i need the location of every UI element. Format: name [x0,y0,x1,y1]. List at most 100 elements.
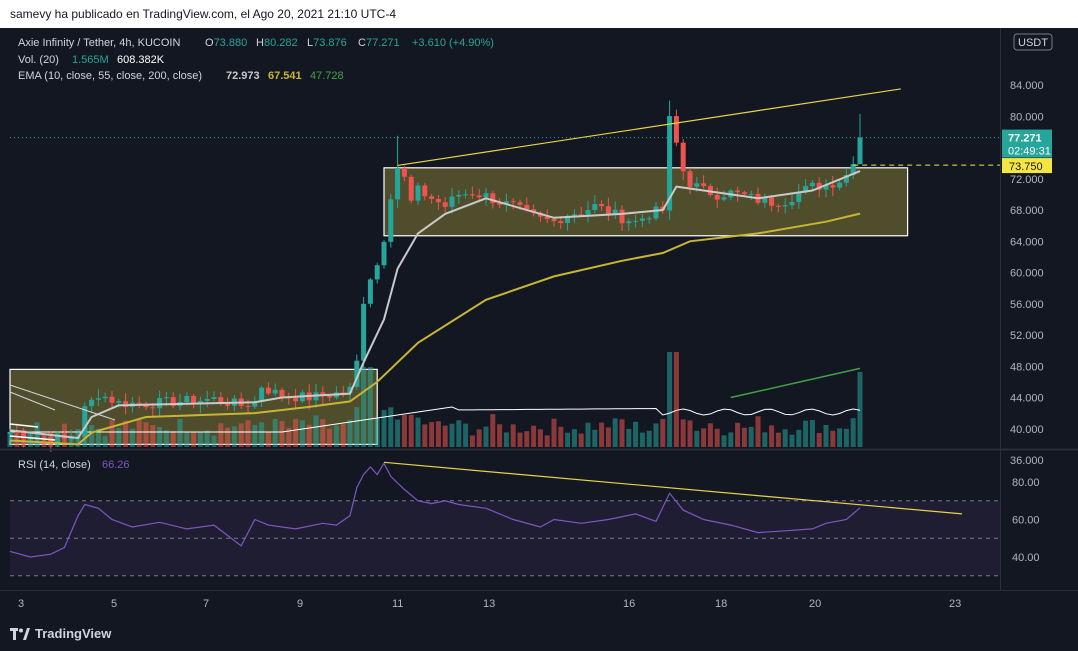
candle-body [184,395,190,403]
candle-body [592,204,598,210]
candle-body [41,437,47,439]
volume-bar [225,427,231,447]
volume-bar [442,425,448,447]
candle-body [327,395,333,398]
candle-body [388,199,394,242]
candle-body [259,387,265,402]
volume-bar [415,417,421,447]
volume-bar [796,429,802,447]
volume-bar [238,423,244,447]
volume-bar [497,424,503,447]
candle-body [585,209,591,215]
legend-ema-value: 67.541 [268,70,302,82]
volume-bar [578,433,584,447]
volume-bar [755,416,761,447]
ema-line-ema-200 [730,367,861,399]
volume-bar [558,426,564,447]
candle-body [483,193,489,198]
volume-bar [116,428,122,447]
candle-body [374,265,380,280]
volume-bar [381,410,387,447]
volume-bar [463,423,469,447]
currency-label: USDT [1018,37,1048,49]
trendline-resistance [397,88,901,167]
candle-body [809,182,815,187]
candle-body [157,398,163,409]
volume-bar [333,425,339,447]
volume-bar [803,420,809,447]
volume-bar [327,428,333,447]
chart-frame[interactable]: 84.00080.00076.00072.00068.00064.00060.0… [0,28,1078,616]
level-label: 73.750 [1009,161,1043,173]
candle-body [89,399,95,407]
candle-body [136,402,142,404]
tradingview-logo[interactable]: TradingView [10,626,111,641]
volume-bar [136,419,142,447]
candle-body [694,183,700,187]
volume-bar [197,432,203,447]
volume-bar [388,407,394,447]
volume-bar [517,432,523,447]
price-tick-label: 44.000 [1010,393,1044,405]
volume-bar [476,429,482,447]
chart-svg[interactable]: 84.00080.00076.00072.00068.00064.00060.0… [0,28,1078,616]
volume-bar [102,436,108,447]
legend-ema-value: 47.728 [310,70,344,82]
candle-body [463,194,469,196]
volume-bar [191,431,197,447]
volume-bar [728,432,734,447]
volume-bar [299,420,305,447]
last-price-label: 77.271 [1008,133,1042,145]
volume-bar [469,435,475,447]
legend-ohlc-h: H80.282 [256,37,298,49]
volume-bar [211,435,217,447]
volume-bar [673,352,679,447]
legend-ema-value: 72.973 [226,70,260,82]
candle-body [687,171,693,187]
volume-bar [143,422,149,447]
main-pane [7,88,1000,452]
price-tick-label: 64.000 [1010,236,1044,248]
price-tick-label: 36.000 [1010,455,1044,467]
price-tick-label: 48.000 [1010,361,1044,373]
volume-bar [150,425,156,447]
volume-bar [361,367,367,447]
volume-bar [320,419,326,447]
candle-body [748,193,754,195]
candle-body [429,196,435,199]
volume-bar [612,418,618,447]
volume-bar [524,431,530,447]
candle-body [646,218,652,220]
candle-body [401,167,407,177]
volume-bar [680,419,686,447]
candle-body [442,202,448,207]
candle-body [558,221,564,224]
volume-bar [850,418,856,447]
volume-bar [435,421,441,447]
volume-bar [354,407,360,447]
volume-bar [599,422,605,447]
candle-body [796,192,802,202]
candle-body [741,192,747,195]
volume-bar [741,427,747,447]
volume-bar [408,414,414,447]
volume-bar [565,432,571,447]
candle-body [211,397,217,399]
candle-body [857,137,863,165]
candle-body [701,183,707,187]
legend-ohlc-o: O73.880 [205,37,247,49]
volume-bar [694,430,700,447]
candle-body [163,397,169,399]
candle-body [714,194,720,200]
volume-bar [639,432,645,447]
price-tick-label: 68.000 [1010,205,1044,217]
volume-bar [816,432,822,447]
volume-bar [367,367,373,447]
volume-bar [809,420,815,447]
price-tick-label: 72.000 [1010,174,1044,186]
candle-body [830,185,836,188]
volume-bar [340,424,346,447]
volume-bar [782,429,788,447]
candle-body [204,398,210,401]
volume-bar [429,422,435,447]
